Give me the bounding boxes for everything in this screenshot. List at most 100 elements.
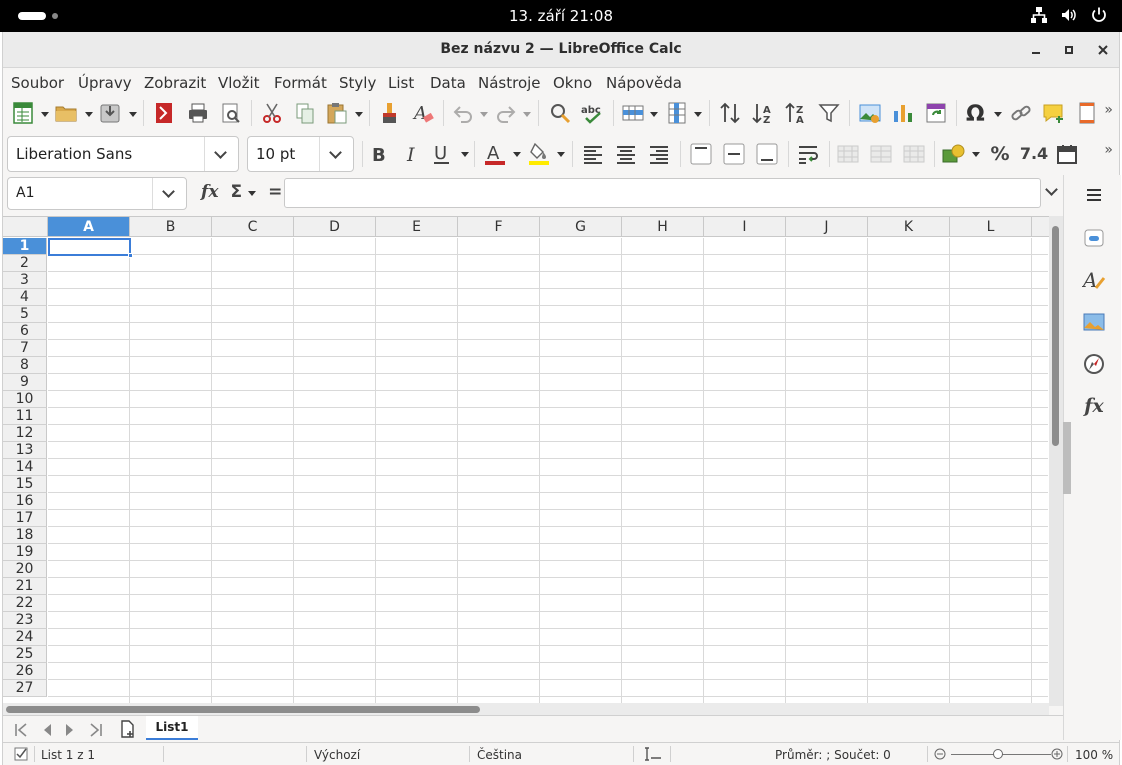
sort-descending-icon[interactable]: ZA (784, 101, 808, 126)
last-sheet-button[interactable] (88, 722, 104, 742)
page-style[interactable]: Výchozí (314, 748, 360, 762)
spreadsheet-grid[interactable]: A B C D E F G H I J K L 1 2 3 4 5 6 7 8 … (3, 216, 1061, 703)
open-dropdown-arrow[interactable] (85, 112, 93, 117)
menu-data[interactable]: Data (430, 74, 466, 92)
font-name-dropdown-button[interactable] (204, 137, 238, 171)
row-header-9[interactable]: 9 (3, 374, 47, 391)
function-wizard-button[interactable]: fx (201, 182, 218, 202)
column-header-f[interactable]: F (458, 217, 540, 237)
copy-icon[interactable] (293, 101, 317, 125)
column-header-h[interactable]: H (622, 217, 704, 237)
expand-formula-bar-button[interactable] (1044, 183, 1060, 200)
unmerge-cells-icon[interactable] (902, 142, 926, 166)
menu-soubor[interactable]: Soubor (11, 74, 64, 92)
align-middle-icon[interactable] (722, 142, 746, 166)
row-dropdown-arrow[interactable] (650, 112, 658, 117)
special-character-dropdown-arrow[interactable] (994, 112, 1002, 117)
date-format-icon[interactable] (1055, 142, 1079, 166)
column-header-a[interactable]: A (48, 217, 130, 237)
selection-mode-icon[interactable] (642, 746, 664, 765)
row-header-5[interactable]: 5 (3, 306, 47, 323)
clear-formatting-icon[interactable]: A (411, 101, 435, 125)
row-header-18[interactable]: 18 (3, 527, 47, 544)
underline-dropdown-arrow[interactable] (461, 152, 469, 157)
document-modified-icon[interactable] (13, 746, 29, 765)
row-header-3[interactable]: 3 (3, 272, 47, 289)
column-icon[interactable] (665, 101, 689, 125)
row-header-13[interactable]: 13 (3, 442, 47, 459)
cell-area[interactable] (48, 238, 1048, 703)
name-box-dropdown-button[interactable] (152, 178, 186, 209)
column-header-i[interactable]: I (704, 217, 786, 237)
cell-cursor-a1[interactable] (48, 238, 133, 258)
vertical-scrollbar-thumb[interactable] (1052, 226, 1059, 446)
row-header-26[interactable]: 26 (3, 663, 47, 680)
add-sheet-button[interactable] (118, 720, 136, 742)
row-header-12[interactable]: 12 (3, 425, 47, 442)
zoom-in-icon[interactable] (1051, 748, 1063, 763)
more-formatting-options-icon[interactable]: » (1104, 142, 1113, 158)
highlight-color-icon[interactable] (527, 142, 551, 166)
merge-center-icon[interactable] (836, 142, 860, 166)
network-icon[interactable] (1030, 6, 1048, 24)
row-header-16[interactable]: 16 (3, 493, 47, 510)
export-pdf-icon[interactable] (152, 101, 176, 125)
select-all-corner[interactable] (3, 217, 48, 237)
minimize-button[interactable] (1026, 40, 1046, 60)
column-header-c[interactable]: C (212, 217, 294, 237)
special-character-icon[interactable]: Ω (964, 101, 988, 127)
bold-icon[interactable]: B (367, 142, 391, 166)
column-header-d[interactable]: D (294, 217, 376, 237)
paste-dropdown-arrow[interactable] (355, 112, 363, 117)
row-icon[interactable] (621, 101, 645, 125)
row-header-8[interactable]: 8 (3, 357, 47, 374)
functions-panel-button[interactable]: fx (1082, 394, 1106, 418)
cut-icon[interactable] (260, 101, 284, 125)
formula-input[interactable] (284, 178, 1041, 208)
currency-dropdown-arrow[interactable] (972, 152, 980, 157)
menu-nastroje[interactable]: Nástroje (478, 74, 541, 92)
navigator-icon[interactable] (1082, 352, 1106, 376)
row-header-1[interactable]: 1 (3, 238, 47, 255)
first-sheet-button[interactable] (13, 722, 29, 742)
menu-styly[interactable]: Styly (339, 74, 376, 92)
redo-dropdown-arrow[interactable] (523, 112, 531, 117)
insert-chart-icon[interactable] (891, 101, 915, 125)
activities-indicator[interactable] (18, 12, 58, 20)
column-dropdown-arrow[interactable] (694, 112, 702, 117)
redo-icon[interactable] (494, 101, 518, 125)
percent-format-button[interactable]: % (988, 142, 1012, 166)
power-icon[interactable] (1090, 6, 1108, 24)
row-header-7[interactable]: 7 (3, 340, 47, 357)
font-color-icon[interactable]: A (483, 142, 507, 166)
align-center-icon[interactable] (614, 142, 638, 166)
row-header-4[interactable]: 4 (3, 289, 47, 306)
sidebar-menu-icon[interactable] (1082, 183, 1106, 207)
pivot-table-icon[interactable] (924, 101, 948, 125)
sort-ascending-icon[interactable]: AZ (751, 101, 775, 126)
font-size-dropdown-button[interactable] (319, 137, 353, 171)
align-top-icon[interactable] (689, 142, 713, 166)
row-header-14[interactable]: 14 (3, 459, 47, 476)
print-preview-icon[interactable] (219, 101, 243, 125)
hyperlink-icon[interactable] (1009, 101, 1033, 125)
horizontal-scrollbar[interactable] (3, 703, 1049, 715)
close-button[interactable] (1093, 40, 1113, 60)
row-header-27[interactable]: 27 (3, 680, 47, 697)
row-header-10[interactable]: 10 (3, 391, 47, 408)
currency-format-icon[interactable] (941, 142, 965, 166)
sheet-tab-list1[interactable]: List1 (146, 716, 198, 740)
more-toolbar-options-icon[interactable]: » (1104, 102, 1113, 118)
column-header-e[interactable]: E (376, 217, 458, 237)
menu-vlozit[interactable]: Vložit (218, 74, 260, 92)
open-folder-icon[interactable] (54, 101, 78, 125)
row-header-15[interactable]: 15 (3, 476, 47, 493)
align-right-icon[interactable] (647, 142, 671, 166)
align-bottom-icon[interactable] (755, 142, 779, 166)
autofill-handle[interactable] (128, 253, 133, 258)
formula-button[interactable]: = (268, 182, 282, 202)
gallery-icon[interactable] (1082, 310, 1106, 334)
spellcheck-icon[interactable]: abc (581, 101, 605, 125)
sum-button[interactable]: Σ (230, 182, 242, 202)
zoom-slider-knob[interactable] (993, 749, 1003, 759)
